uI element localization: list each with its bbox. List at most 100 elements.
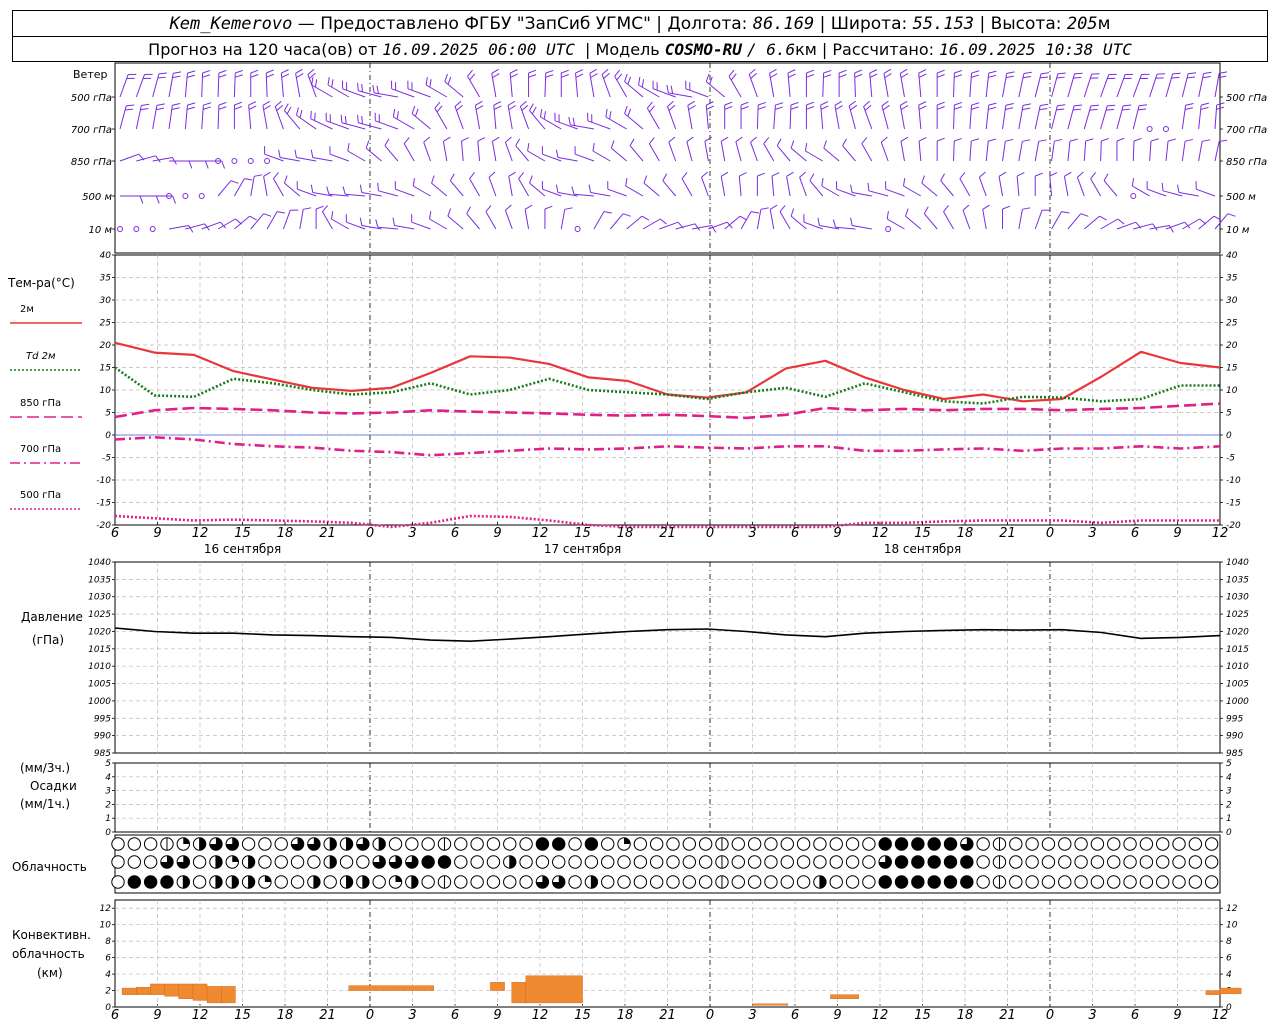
wind-barb-feather xyxy=(609,111,612,120)
y-tick-label-left: 1040 xyxy=(88,558,111,568)
wind-barb-feather xyxy=(740,101,749,106)
wind-barb-feather xyxy=(921,175,925,184)
wind-barb-staff xyxy=(393,116,415,130)
cloud-cover-circle xyxy=(1139,837,1154,851)
wind-barb-feather xyxy=(326,186,330,195)
wind-barb-staff xyxy=(624,113,644,130)
cloud-cover-cell xyxy=(323,875,337,889)
wind-barb-staff xyxy=(544,72,547,98)
wind-barb xyxy=(701,171,709,197)
x-tick-label-bottom: 6 xyxy=(451,1008,459,1023)
cloud-cover-circle xyxy=(192,855,207,869)
wind-barb-feather xyxy=(575,69,583,74)
wind-barb xyxy=(504,204,513,230)
convective-cloud-bar xyxy=(192,983,208,1001)
wind-barb-staff xyxy=(969,141,972,162)
cloud-cover-cell xyxy=(796,855,811,869)
convective-cloud-bar xyxy=(221,986,236,1004)
wind-barb-feather xyxy=(1103,173,1109,181)
wind-barb-feather xyxy=(883,68,892,74)
wind-barb-feather xyxy=(867,182,870,191)
cloud-cover-fill xyxy=(248,855,255,869)
wind-barb-staff xyxy=(998,176,1004,197)
cloud-cover-cell xyxy=(241,875,256,889)
wind-barb-feather xyxy=(864,104,872,111)
pressure-unit: (гПа) xyxy=(32,633,64,647)
wind-barb xyxy=(738,172,747,197)
cloud-cover-cell xyxy=(519,875,533,889)
wind-barb-staff xyxy=(1018,141,1023,162)
cloud-cover-cell xyxy=(1090,875,1105,889)
y-tick-label-left: 1 xyxy=(105,814,111,824)
wind-barb-staff xyxy=(771,176,775,197)
y-tick-label-right: 1035 xyxy=(1226,575,1249,585)
cloud-cover-cell xyxy=(845,875,860,889)
cloud-cover-cell xyxy=(911,837,925,851)
wind-barb-staff xyxy=(668,142,677,162)
cloud-cover-circle xyxy=(1074,875,1088,889)
wind-barb xyxy=(638,77,660,98)
x-tick-label-bottom: 9 xyxy=(493,1008,501,1023)
cloud-cover-cell xyxy=(862,837,876,851)
wind-barb xyxy=(886,211,905,230)
x-tick-label: 6 xyxy=(791,526,799,541)
wind-barb-feather xyxy=(1105,108,1115,111)
wind-barb-feather xyxy=(454,100,462,107)
wind-barb-staff xyxy=(1051,211,1063,230)
cloud-cover-fill xyxy=(944,875,957,889)
y-tick-label-right: 990 xyxy=(1226,732,1243,742)
wind-barb-feather xyxy=(276,104,284,111)
wind-barb-feather xyxy=(492,73,500,79)
wind-barb-staff xyxy=(1002,73,1008,98)
wind-barb-feather xyxy=(310,149,314,158)
wind-barb xyxy=(294,149,317,162)
wind-barb xyxy=(643,175,660,197)
wind-barb-staff xyxy=(311,84,333,98)
wind-barb xyxy=(434,101,448,130)
wind-barb xyxy=(1034,103,1049,130)
wind-barb xyxy=(327,77,350,98)
cloud-cover-circle xyxy=(307,855,321,869)
cloud-cover-circle xyxy=(1204,875,1219,889)
wind-barb-feather xyxy=(954,101,963,106)
wind-barb-staff xyxy=(918,141,922,162)
cloud-cover-cell xyxy=(421,855,435,869)
wind-barb-feather xyxy=(704,136,713,142)
wind-barb-staff xyxy=(985,141,989,162)
wind-barb-feather xyxy=(1074,72,1083,75)
cloud-cover-circle xyxy=(568,875,582,889)
wind-barb xyxy=(136,155,161,163)
wind-barb-feather xyxy=(694,223,701,231)
wind-barb-feather xyxy=(1022,107,1031,111)
wind-barb-feather xyxy=(806,101,815,106)
wind-barb-staff xyxy=(1198,141,1203,162)
wind-barb-feather xyxy=(277,211,286,214)
y-tick-label-left: 990 xyxy=(94,732,111,742)
wind-calm-marker xyxy=(1162,126,1169,132)
cloud-cover-cell xyxy=(927,837,941,851)
wind-barb xyxy=(507,100,516,130)
cloud-cover-circle xyxy=(845,837,860,851)
wind-barb xyxy=(936,69,945,97)
cloud-cover-cell xyxy=(225,837,239,851)
wind-calm-marker xyxy=(182,193,189,199)
wind-barb xyxy=(666,100,677,130)
wind-barb xyxy=(491,68,500,98)
wind-barb-staff xyxy=(1018,73,1025,98)
wind-barb-feather xyxy=(1049,172,1058,177)
wind-barb-feather xyxy=(431,175,435,184)
x-tick-label: 12 xyxy=(532,526,549,541)
wind-barb xyxy=(978,171,987,197)
cloud-cover-circle xyxy=(454,855,468,869)
cloud-cover-cell xyxy=(143,855,158,869)
wind-barb xyxy=(217,101,227,130)
wind-barb xyxy=(1034,172,1043,196)
wind-barb-staff xyxy=(1083,105,1092,130)
wind-barb-feather xyxy=(799,171,806,178)
y-tick-label-right: 6 xyxy=(1226,954,1232,964)
x-tick-label: 9 xyxy=(1173,526,1181,541)
wind-barb-staff xyxy=(327,84,350,98)
cloud-cover-cell xyxy=(878,855,892,869)
cloud-cover-cell xyxy=(1156,875,1170,889)
cloud-cover-circle xyxy=(356,855,370,869)
